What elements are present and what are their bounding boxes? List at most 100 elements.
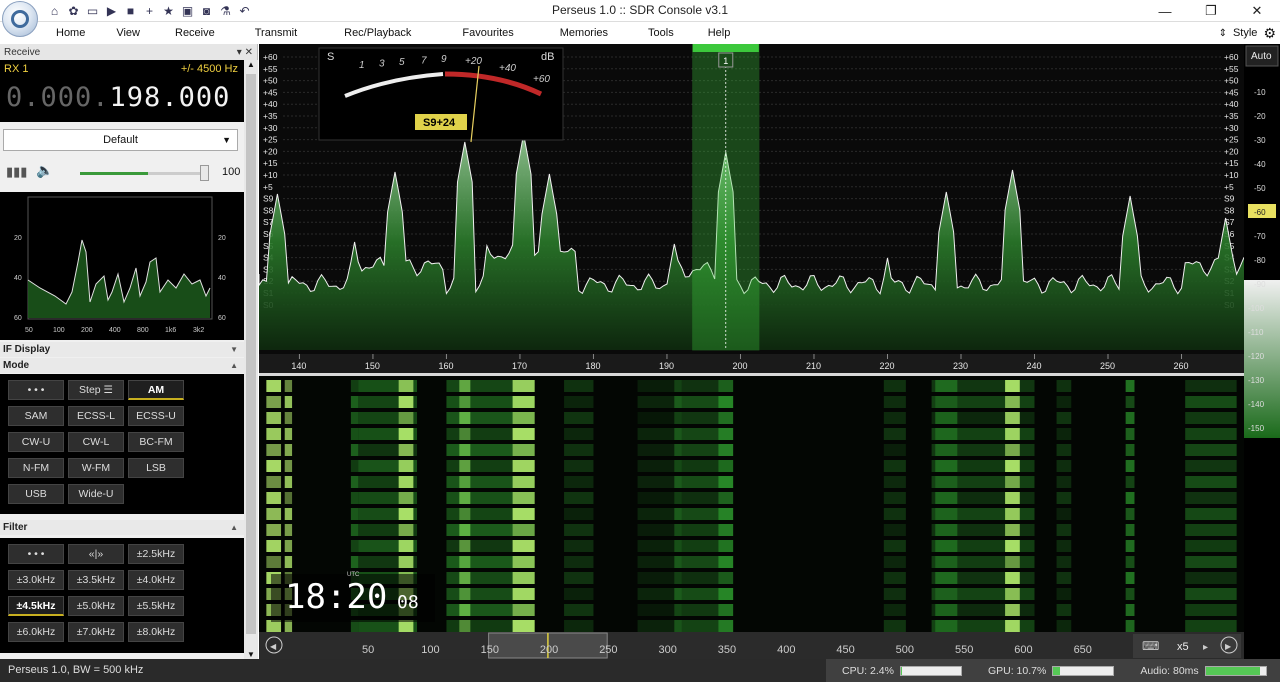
- waterfall-band: [512, 604, 535, 616]
- mode-button-6[interactable]: CW-U: [8, 432, 64, 452]
- main-display[interactable]: +60 +55 +50 +45 +40 +35 +30 +25 +20 +15 +10 +5 S9 S8 S…: [259, 44, 1244, 659]
- preset-value: Default: [103, 134, 138, 146]
- filter-button-1[interactable]: «|»: [68, 544, 124, 564]
- filter-button-11[interactable]: ±8.0kHz: [128, 622, 184, 642]
- menu-help[interactable]: Help: [694, 22, 745, 44]
- waterfall-band: [1185, 444, 1237, 456]
- volume-slider-thumb[interactable]: [200, 165, 209, 181]
- left-pane-scrollbar[interactable]: ▲ ▼: [244, 60, 258, 659]
- mode-button-13[interactable]: Wide-U: [68, 484, 124, 504]
- filter-button-grid: • • • «|» ±2.5kHz ±3.0kHz ±3.5kHz ±4.0kHz ±4.5…: [0, 538, 244, 653]
- menu-favourites[interactable]: Favourites: [436, 22, 539, 44]
- waterfall-band: [718, 524, 734, 536]
- filter-button-0[interactable]: • • •: [8, 544, 64, 564]
- waterfall-band: [1125, 620, 1135, 632]
- filter-button-6[interactable]: ±4.5kHz: [8, 596, 64, 616]
- filter-button-9[interactable]: ±6.0kHz: [8, 622, 64, 642]
- mode-button-7[interactable]: CW-L: [68, 432, 124, 452]
- mode-button-5[interactable]: ECSS-U: [128, 406, 184, 426]
- filter-button-7[interactable]: ±5.0kHz: [68, 596, 124, 616]
- filter-button-5[interactable]: ±4.0kHz: [128, 570, 184, 590]
- waterfall-band: [1185, 396, 1237, 408]
- spectrum-right-scale-label: S8: [1224, 205, 1235, 215]
- preset-select[interactable]: Default ▼: [3, 129, 238, 151]
- waterfall-band: [512, 588, 535, 600]
- waterfall-band: [718, 556, 734, 568]
- filter-button-4[interactable]: ±3.5kHz: [68, 570, 124, 590]
- mode-button-grid: • • • Step ☰ AM SAM ECSS-L ECSS-U CW-U CW-L BC-F…: [0, 374, 244, 514]
- status-text: Perseus 1.0, BW = 500 kHz: [8, 664, 144, 676]
- mode-button-12[interactable]: USB: [8, 484, 64, 504]
- style-menu[interactable]: Style: [1233, 27, 1257, 39]
- mode-button-11[interactable]: LSB: [128, 458, 184, 478]
- close-icon[interactable]: ✕: [245, 47, 253, 58]
- maximize-button[interactable]: ❐: [1188, 0, 1234, 22]
- mode-button-4[interactable]: ECSS-L: [68, 406, 124, 426]
- minimize-button[interactable]: —: [1142, 0, 1188, 22]
- mode-button-8[interactable]: BC-FM: [128, 432, 184, 452]
- scroll-up-icon[interactable]: ▲: [247, 60, 255, 69]
- menu-tools[interactable]: Tools: [628, 22, 694, 44]
- spectrum-left-scale-label: +45: [263, 87, 278, 97]
- level-scale-label: -60: [1254, 208, 1266, 217]
- waterfall-band: [350, 396, 359, 408]
- signal-bars-icon[interactable]: ▮▮▮: [6, 164, 27, 180]
- waterfall-band: [1185, 540, 1237, 552]
- chevron-down-icon: ▼: [222, 135, 231, 145]
- waterfall-level-scale[interactable]: Auto -10 -20 -30 -40 -50 -60 -70 -80 -90 -100 -110 -…: [1244, 44, 1280, 659]
- mode-button-1[interactable]: Step ☰: [68, 380, 124, 400]
- waterfall-band: [1056, 476, 1072, 488]
- filter-button-3[interactable]: ±3.0kHz: [8, 570, 64, 590]
- menu-receive[interactable]: Receive: [157, 22, 233, 44]
- waterfall-band: [1056, 588, 1072, 600]
- filter-button-10[interactable]: ±7.0kHz: [68, 622, 124, 642]
- waterfall-band: [266, 412, 282, 424]
- mode-button-10[interactable]: W-FM: [68, 458, 124, 478]
- menu-rec-playback[interactable]: Rec/Playback: [319, 22, 436, 44]
- level-scale-label: -150: [1248, 424, 1265, 433]
- frequency-display[interactable]: RX 1 +/- 4500 Hz 0.000.198.000: [0, 60, 244, 122]
- scroll-down-icon[interactable]: ▼: [247, 650, 255, 659]
- if-display-header[interactable]: IF Display ▼: [0, 342, 244, 357]
- scrollbar-thumb[interactable]: [246, 74, 256, 634]
- waterfall-band: [718, 460, 734, 472]
- menu-memories[interactable]: Memories: [540, 22, 628, 44]
- speaker-icon[interactable]: 🔈: [36, 162, 53, 179]
- mode-header[interactable]: Mode ▲: [0, 358, 244, 373]
- gpu-usage: GPU: 10.7%: [987, 664, 1047, 677]
- waterfall-band: [883, 492, 906, 504]
- waterfall-band: [350, 412, 359, 424]
- dropdown-icon[interactable]: ▾: [237, 47, 242, 58]
- mode-button-0[interactable]: • • •: [8, 380, 64, 400]
- waterfall-band: [350, 428, 359, 440]
- waterfall-band: [564, 604, 594, 616]
- app-menu-button[interactable]: [2, 1, 38, 37]
- mode-button-2[interactable]: AM: [128, 380, 184, 400]
- cpu-usage: CPU: 2.4%: [842, 664, 894, 677]
- volume-slider[interactable]: [80, 172, 204, 175]
- style-chevron-icon[interactable]: ⇕: [1219, 28, 1227, 39]
- filter-header[interactable]: Filter ▲: [0, 520, 244, 535]
- close-button[interactable]: ✕: [1234, 0, 1280, 22]
- filter-button-8[interactable]: ±5.5kHz: [128, 596, 184, 616]
- waterfall-band: [266, 380, 282, 392]
- chevron-left-icon: ◀: [270, 642, 277, 651]
- gear-icon[interactable]: ⚙: [1263, 25, 1276, 42]
- waterfall-band: [1125, 444, 1135, 456]
- menu-home[interactable]: Home: [42, 22, 99, 44]
- menu-view[interactable]: View: [99, 22, 157, 44]
- filter-button-2[interactable]: ±2.5kHz: [128, 544, 184, 564]
- mode-button-3[interactable]: SAM: [8, 406, 64, 426]
- mode-button-9[interactable]: N-FM: [8, 458, 64, 478]
- waterfall-band: [1056, 604, 1072, 616]
- waterfall-band: [1056, 492, 1072, 504]
- waterfall-band: [1185, 492, 1237, 504]
- menu-transmit[interactable]: Transmit: [233, 22, 319, 44]
- spectrum-left-scale-label: +5: [263, 182, 273, 192]
- zoom-level[interactable]: x5: [1177, 641, 1189, 653]
- menu-bar: Home View Receive Transmit Rec/Playback Favou…: [0, 22, 1280, 44]
- waterfall-band: [284, 444, 293, 456]
- volume-row: ▮▮▮ 🔈 100: [4, 162, 242, 182]
- waterfall-band: [718, 588, 734, 600]
- waterfall-band: [398, 476, 414, 488]
